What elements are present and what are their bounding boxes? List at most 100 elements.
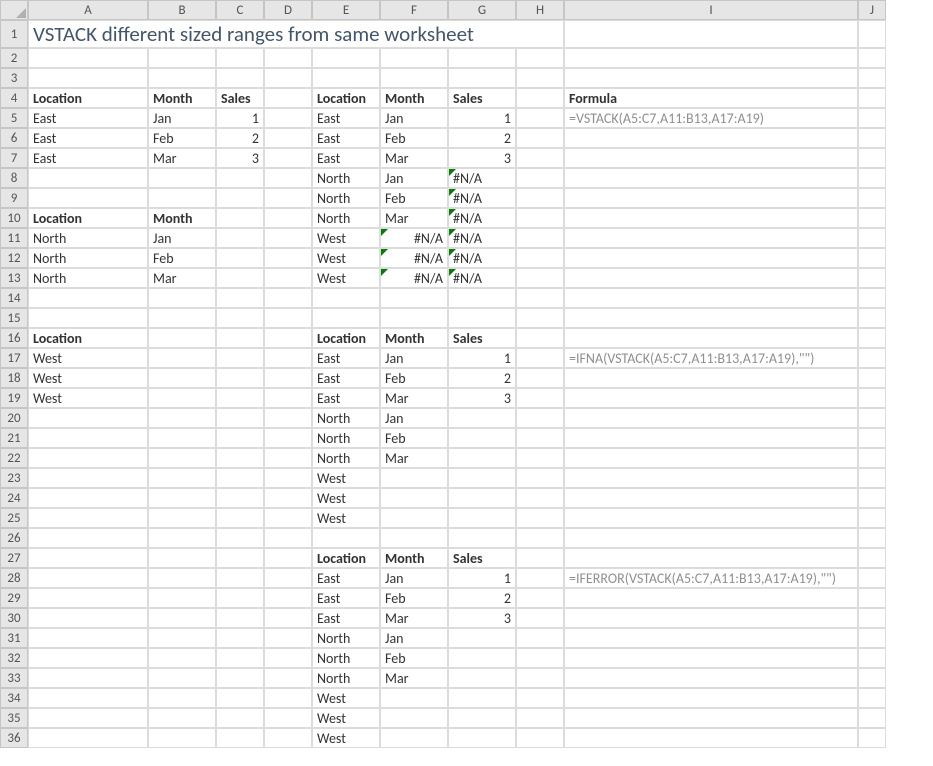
cell-C11[interactable] [216,228,264,248]
cell-G3[interactable] [448,68,516,88]
cell-C25[interactable] [216,508,264,528]
cell-F34[interactable] [380,688,448,708]
row-header-31[interactable]: 31 [0,628,28,648]
cell-C17[interactable] [216,348,264,368]
cell-J23[interactable] [858,468,886,488]
row-header-28[interactable]: 28 [0,568,28,588]
cell-E12[interactable]: West [312,248,380,268]
cell-A2[interactable] [28,48,148,68]
cell-G12[interactable]: #N/A [448,248,516,268]
cell-J7[interactable] [858,148,886,168]
cell-E4[interactable]: Location [312,88,380,108]
cell-F14[interactable] [380,288,448,308]
row-header-6[interactable]: 6 [0,128,28,148]
cell-C7[interactable]: 3 [216,148,264,168]
cell-E18[interactable]: East [312,368,380,388]
cell-F29[interactable]: Feb [380,588,448,608]
row-header-19[interactable]: 19 [0,388,28,408]
cell-B31[interactable] [148,628,216,648]
cell-G31[interactable] [448,628,516,648]
cell-A23[interactable] [28,468,148,488]
row-header-14[interactable]: 14 [0,288,28,308]
cell-D17[interactable] [264,348,312,368]
cell-H32[interactable] [516,648,564,668]
cell-E5[interactable]: East [312,108,380,128]
cell-F10[interactable]: Mar [380,208,448,228]
cell-D34[interactable] [264,688,312,708]
cell-D11[interactable] [264,228,312,248]
cell-I12[interactable] [564,248,858,268]
cell-G27[interactable]: Sales [448,548,516,568]
cell-B36[interactable] [148,728,216,748]
cell-F13[interactable]: #N/A [380,268,448,288]
cell-G6[interactable]: 2 [448,128,516,148]
cell-G24[interactable] [448,488,516,508]
cell-H34[interactable] [516,688,564,708]
cell-B15[interactable] [148,308,216,328]
cell-C20[interactable] [216,408,264,428]
cell-D13[interactable] [264,268,312,288]
cell-G4[interactable]: Sales [448,88,516,108]
cell-D3[interactable] [264,68,312,88]
cell-H15[interactable] [516,308,564,328]
cell-E29[interactable]: East [312,588,380,608]
row-header-30[interactable]: 30 [0,608,28,628]
cell-C2[interactable] [216,48,264,68]
cell-I17[interactable]: =IFNA(VSTACK(A5:C7,A11:B13,A17:A19),"") [564,348,858,368]
cell-I30[interactable] [564,608,858,628]
cell-C21[interactable] [216,428,264,448]
cell-C33[interactable] [216,668,264,688]
cell-G34[interactable] [448,688,516,708]
cell-A17[interactable]: West [28,348,148,368]
cell-F7[interactable]: Mar [380,148,448,168]
row-header-2[interactable]: 2 [0,48,28,68]
cell-H20[interactable] [516,408,564,428]
cell-C13[interactable] [216,268,264,288]
cell-J18[interactable] [858,368,886,388]
col-header-I[interactable]: I [564,0,858,20]
cell-I3[interactable] [564,68,858,88]
cell-D32[interactable] [264,648,312,668]
row-header-25[interactable]: 25 [0,508,28,528]
cell-H25[interactable] [516,508,564,528]
cell-H29[interactable] [516,588,564,608]
row-header-1[interactable]: 1 [0,20,28,48]
cell-F21[interactable]: Feb [380,428,448,448]
cell-D7[interactable] [264,148,312,168]
cell-A22[interactable] [28,448,148,468]
cell-I24[interactable] [564,488,858,508]
cell-I14[interactable] [564,288,858,308]
cell-J2[interactable] [858,48,886,68]
cell-E7[interactable]: East [312,148,380,168]
cell-E35[interactable]: West [312,708,380,728]
cell-C5[interactable]: 1 [216,108,264,128]
cell-J11[interactable] [858,228,886,248]
cell-H21[interactable] [516,428,564,448]
cell-B13[interactable]: Mar [148,268,216,288]
cell-H9[interactable] [516,188,564,208]
cell-B26[interactable] [148,528,216,548]
cell-E34[interactable]: West [312,688,380,708]
cell-A3[interactable] [28,68,148,88]
cell-G20[interactable] [448,408,516,428]
cell-G7[interactable]: 3 [448,148,516,168]
cell-J32[interactable] [858,648,886,668]
cell-B25[interactable] [148,508,216,528]
cell-J6[interactable] [858,128,886,148]
cell-A27[interactable] [28,548,148,568]
cell-B3[interactable] [148,68,216,88]
cell-H17[interactable] [516,348,564,368]
cell-G19[interactable]: 3 [448,388,516,408]
cell-E22[interactable]: North [312,448,380,468]
cell-C8[interactable] [216,168,264,188]
col-header-F[interactable]: F [380,0,448,20]
cell-J21[interactable] [858,428,886,448]
cell-B4[interactable]: Month [148,88,216,108]
cell-H28[interactable] [516,568,564,588]
cell-H16[interactable] [516,328,564,348]
cell-F33[interactable]: Mar [380,668,448,688]
cell-J27[interactable] [858,548,886,568]
cell-E16[interactable]: Location [312,328,380,348]
cell-E19[interactable]: East [312,388,380,408]
row-header-13[interactable]: 13 [0,268,28,288]
